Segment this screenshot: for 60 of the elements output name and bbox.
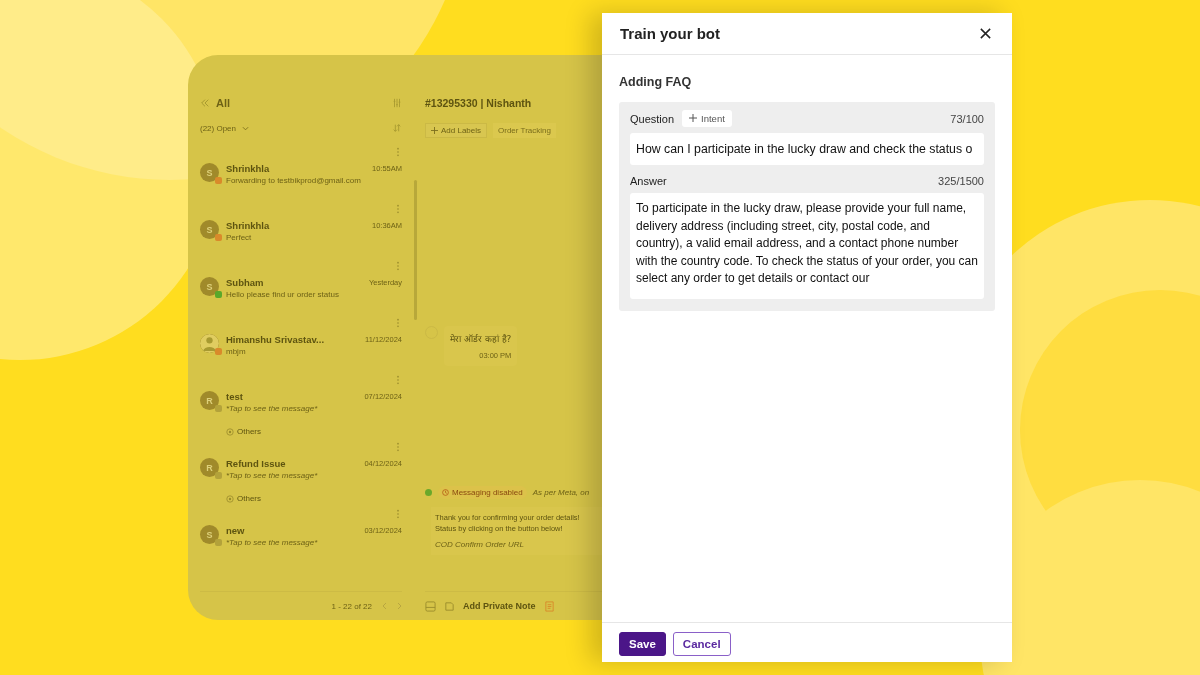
message-preview: Hello please find ur order status [226,290,340,299]
answer-field[interactable]: To participate in the lucky draw, please provide your full name, delivery address (including street, city, postal code, and country), a valid email address, and a contact phone number with the country code. To check the status of your order, you can select any order to get details or contact our [630,193,984,299]
conversation-title: #13295330 | Nishanth [425,97,533,109]
tag-icon [226,427,234,436]
close-icon[interactable] [979,27,992,40]
template-button-text: COD Confirm Order URL [435,540,525,549]
question-field[interactable]: How can I participate in the lucky draw and check the status o [630,133,984,165]
message-preview: mbjm [226,347,247,356]
contact-name: new [226,525,245,536]
contact-name: Refund Issue [226,458,286,469]
note-icon[interactable] [444,600,455,612]
sliders-icon[interactable] [392,98,402,108]
conversation-tag: Others [237,427,261,436]
double-chevron-icon[interactable] [200,98,210,108]
contact-name: Shrinkhla [226,220,270,231]
tag-icon [226,494,234,503]
message-preview: Forwarding to testbikprod@gmail.com [226,176,362,185]
template-icon[interactable] [425,600,436,612]
question-label: Question [630,112,675,125]
plus-icon [689,114,698,122]
avatar: S [200,220,219,239]
inbox-title: All [216,97,231,109]
contact-name: Subham [226,277,264,288]
sort-icon[interactable] [392,123,402,133]
avatar: S [200,277,219,296]
contact-name: test [226,391,243,402]
person-avatar-icon [200,334,219,353]
save-button[interactable]: Save [619,632,666,656]
character-count: 325/1500 [938,175,984,187]
add-labels-button[interactable]: Add Labels [425,123,488,138]
status-filter[interactable]: (22) Open [200,123,237,133]
cancel-button[interactable]: Cancel [672,632,731,656]
character-count: 73/100 [950,112,984,125]
chevron-down-icon[interactable] [242,125,250,131]
next-page-icon[interactable] [397,602,402,610]
messaging-disabled-badge: Messaging disabled [438,486,527,499]
plus-icon [431,127,438,134]
previous-page-icon[interactable] [382,602,387,610]
document-icon[interactable] [543,600,555,612]
contact-name: Shrinkhla [226,163,270,174]
message-preview: Perfect [226,233,253,242]
clock-icon [442,489,449,496]
avatar: R [200,391,219,410]
message-preview: *Tap to see the message* [226,471,319,480]
status-note: As per Meta, on [532,488,590,497]
conversation-tag: Others [237,494,261,503]
pagination-text: 1 - 22 of 22 [331,601,372,611]
message-text: मेरा ऑर्डर कहां है? [450,333,512,345]
contact-name: Himanshu Srivastav... [226,334,325,345]
message-preview: *Tap to see the message* [226,538,319,547]
label-tag: Order Tracking [493,123,556,138]
modal-title: Train your bot [620,25,720,42]
add-intent-button[interactable]: Intent [682,110,732,127]
avatar: S [200,525,219,544]
avatar: S [200,163,219,182]
avatar: R [200,458,219,477]
section-heading: Adding FAQ [619,75,693,89]
answer-label: Answer [630,175,667,187]
message-preview: *Tap to see the message* [226,404,319,413]
add-private-note-button[interactable]: Add Private Note [463,601,536,611]
